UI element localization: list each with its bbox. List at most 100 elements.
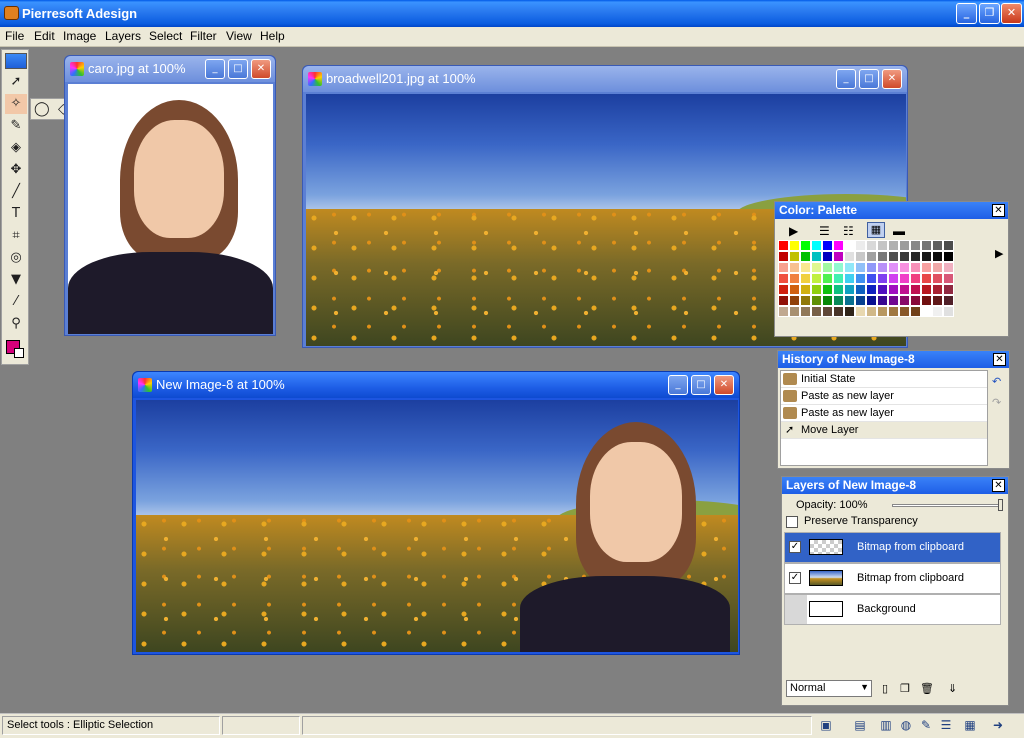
palette-swatch[interactable] xyxy=(932,251,943,262)
palette-swatch[interactable] xyxy=(899,240,910,251)
close-icon[interactable]: ✕ xyxy=(992,204,1005,217)
palette-swatch[interactable] xyxy=(822,284,833,295)
merge-layer-icon[interactable]: ⇓ xyxy=(948,682,957,695)
palette-swatch[interactable] xyxy=(932,240,943,251)
palette-swatch[interactable] xyxy=(921,240,932,251)
menu-view[interactable]: View xyxy=(226,29,252,43)
palette-expand-icon[interactable]: ▶ xyxy=(995,247,1003,260)
palette-swatch[interactable] xyxy=(866,306,877,317)
palette-swatch[interactable] xyxy=(800,306,811,317)
palette-swatches[interactable] xyxy=(778,240,954,328)
palette-swatch[interactable] xyxy=(822,295,833,306)
palette-swatch[interactable] xyxy=(844,306,855,317)
palette-swatch[interactable] xyxy=(844,262,855,273)
gradient-icon[interactable]: ▬ xyxy=(893,224,905,238)
new-image-canvas[interactable] xyxy=(136,400,738,652)
palette-swatch[interactable] xyxy=(844,251,855,262)
new-image-window[interactable]: New Image-8 at 100% _ □ ✕ xyxy=(132,371,740,655)
palette-swatch[interactable] xyxy=(899,273,910,284)
brush-tool-icon[interactable]: ✎ xyxy=(5,116,27,136)
export-icon[interactable]: ➜ xyxy=(990,718,1006,733)
palette-swatch[interactable] xyxy=(943,306,954,317)
palette-swatch[interactable] xyxy=(932,295,943,306)
palette-swatch[interactable] xyxy=(888,262,899,273)
palette-swatch[interactable] xyxy=(866,262,877,273)
history-item[interactable]: Initial State xyxy=(781,371,987,388)
active-color-swatch[interactable] xyxy=(5,53,27,69)
palette-swatch[interactable] xyxy=(789,262,800,273)
palette-swatch[interactable] xyxy=(822,306,833,317)
palette-swatch[interactable] xyxy=(888,306,899,317)
close-icon[interactable]: ✕ xyxy=(251,59,271,79)
palette-swatch[interactable] xyxy=(866,273,877,284)
history-item[interactable]: Paste as new layer xyxy=(781,405,987,422)
palette-swatch[interactable] xyxy=(800,284,811,295)
palette-swatch[interactable] xyxy=(943,251,954,262)
delete-layer-icon[interactable]: 🗑 xyxy=(920,682,934,695)
palette-swatch[interactable] xyxy=(789,306,800,317)
palette-swatch[interactable] xyxy=(789,284,800,295)
layer-visibility-toggle[interactable] xyxy=(785,595,807,624)
palette-swatch[interactable] xyxy=(822,262,833,273)
crop-tool-icon[interactable]: ⌗ xyxy=(5,226,27,246)
palette-swatch[interactable] xyxy=(789,295,800,306)
maximize-icon[interactable]: □ xyxy=(859,69,879,89)
caro-title-bar[interactable]: caro.jpg at 100% _ □ ✕ xyxy=(65,56,275,82)
palette-swatch[interactable] xyxy=(866,251,877,262)
minimize-icon[interactable]: _ xyxy=(668,375,688,395)
palette-swatch[interactable] xyxy=(844,295,855,306)
palette-swatch[interactable] xyxy=(811,251,822,262)
palette-swatch[interactable] xyxy=(800,251,811,262)
palette-swatch[interactable] xyxy=(899,262,910,273)
palette-swatch[interactable] xyxy=(877,240,888,251)
palette-swatch[interactable] xyxy=(800,273,811,284)
palette-swatch[interactable] xyxy=(855,306,866,317)
palette-swatch[interactable] xyxy=(778,273,789,284)
opacity-slider[interactable] xyxy=(892,504,1002,507)
palette-swatch[interactable] xyxy=(866,284,877,295)
menu-edit[interactable]: Edit xyxy=(34,29,55,43)
menu-file[interactable]: File xyxy=(5,29,24,43)
palette-swatch[interactable] xyxy=(833,306,844,317)
palette-swatch[interactable] xyxy=(899,295,910,306)
palette-swatch[interactable] xyxy=(932,284,943,295)
palette-swatch[interactable] xyxy=(778,295,789,306)
palette-swatch[interactable] xyxy=(778,284,789,295)
palette-swatch[interactable] xyxy=(921,306,932,317)
palette-swatch[interactable] xyxy=(910,273,921,284)
palette-swatch[interactable] xyxy=(910,251,921,262)
clone-tool-icon[interactable]: ◎ xyxy=(5,248,27,268)
palette-swatch[interactable] xyxy=(932,262,943,273)
minimize-icon[interactable]: _ xyxy=(836,69,856,89)
color-picker-icon[interactable]: ▶ xyxy=(789,224,798,238)
line-tool-icon[interactable]: ╱ xyxy=(5,182,27,202)
palette-swatch[interactable] xyxy=(899,251,910,262)
background-color[interactable] xyxy=(14,348,24,358)
palette-swatch[interactable] xyxy=(833,295,844,306)
palette-swatch[interactable] xyxy=(811,306,822,317)
palette-swatch[interactable] xyxy=(932,273,943,284)
zoom-tool-icon[interactable]: ⚲ xyxy=(5,314,27,334)
palette-swatch[interactable] xyxy=(833,284,844,295)
layer-visibility-checkbox[interactable]: ✓ xyxy=(789,541,801,553)
palette-swatch[interactable] xyxy=(877,284,888,295)
palette-swatch[interactable] xyxy=(822,240,833,251)
palette-swatch[interactable] xyxy=(778,306,789,317)
palette-swatch[interactable] xyxy=(800,262,811,273)
blend-mode-select[interactable]: Normal ▼ xyxy=(786,680,872,697)
palette-swatch[interactable] xyxy=(921,284,932,295)
palette-swatch[interactable] xyxy=(844,240,855,251)
palette-swatch[interactable] xyxy=(899,306,910,317)
palette-swatch[interactable] xyxy=(866,240,877,251)
palette-swatch[interactable] xyxy=(888,240,899,251)
brush-toggle-icon[interactable]: ✎ xyxy=(918,718,934,733)
layers-toggle-icon[interactable]: ☰ xyxy=(938,718,954,733)
opacity-slider-thumb[interactable] xyxy=(998,499,1003,511)
palette-swatch[interactable] xyxy=(921,295,932,306)
menu-help[interactable]: Help xyxy=(260,29,285,43)
palette-swatch[interactable] xyxy=(844,284,855,295)
new-layer-icon[interactable]: ▯ xyxy=(882,682,888,695)
minimize-icon[interactable]: _ xyxy=(956,3,977,24)
palette-swatch[interactable] xyxy=(811,240,822,251)
palette-swatch[interactable] xyxy=(855,240,866,251)
